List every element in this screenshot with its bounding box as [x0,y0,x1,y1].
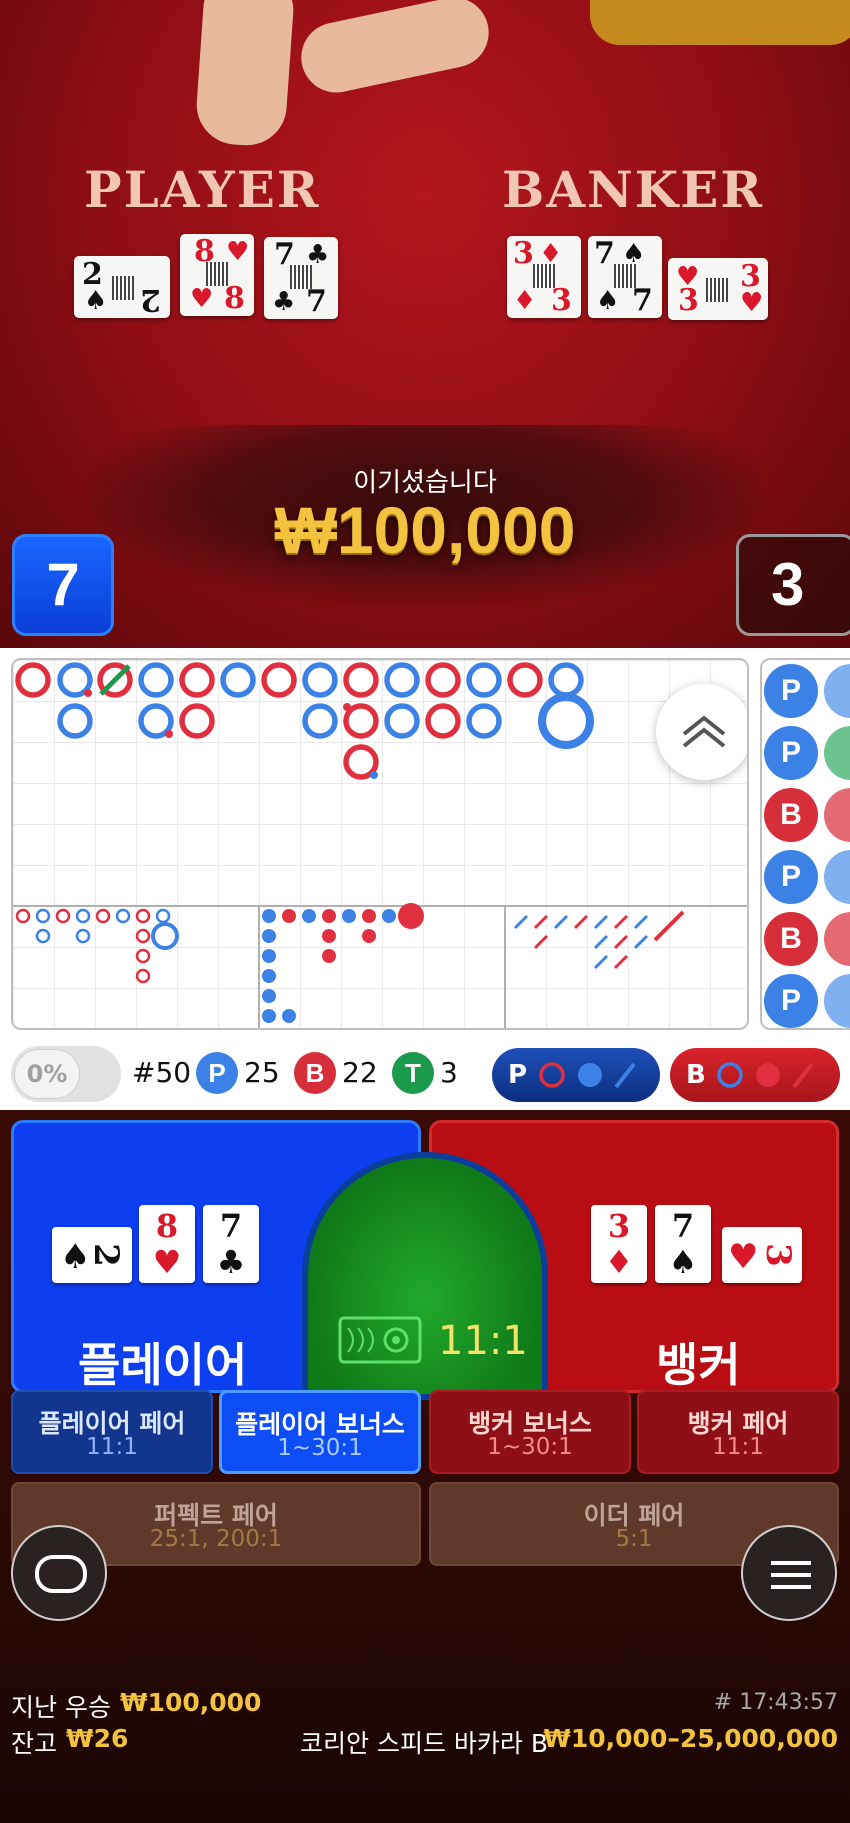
bet-banker-label: 뱅커 [656,1338,741,1392]
player-pair-bet[interactable]: 플레이어 페어 11:1 [11,1390,213,1474]
banker-table-label: BANKER [502,160,764,219]
predict-banker-label: B [686,1060,706,1090]
hamburger-menu-icon [771,1561,811,1589]
banker-bonus-odds: 1~30:1 [487,1434,573,1460]
bead-2: P [764,726,818,780]
bead-col2-3 [824,788,850,842]
balance-label: 잔고 [11,1729,58,1758]
collapse-roadmap-button[interactable] [656,684,747,780]
bead-5: B [764,912,818,966]
predict-player-label: P [508,1060,528,1090]
tie-count-chip: T [392,1052,434,1094]
predict-banker-button[interactable]: B [670,1048,840,1102]
tie-odds: 11:1 [438,1318,528,1364]
predict-banker-icons [717,1062,814,1089]
banker-card-1: 3 ♦ ♦ 3 [507,236,581,318]
bead-col2-6 [824,974,850,1028]
banker-pair-bet[interactable]: 뱅커 페어 11:1 [637,1390,839,1474]
player-count: 25 [244,1056,280,1089]
double-chevron-up-icon [682,715,726,748]
player-mini-card-1: ♠ 2 [52,1227,132,1283]
last-win-label: 지난 우승 [11,1693,111,1722]
roadmap-panel: P P B P B P 0% #50 P 25 B 22 T 3 P B [0,648,850,1110]
player-pair-odds: 11:1 [86,1434,138,1460]
bead-1: P [764,664,818,718]
tie-icon [338,1316,422,1364]
bead-col2-1 [824,664,850,718]
game-screen: PLAYER BANKER 2 ♠ 2 8 ♥ ♥ 8 7 ♣ ♣ 7 3 ♦ ♦ 3 7 ♠ … [0,0,850,1823]
bet-player-label: 플레이어 [78,1338,248,1392]
player-table-label: PLAYER [84,160,321,219]
score-board[interactable] [11,658,749,1030]
banker-bonus-bet[interactable]: 뱅커 보너스 1~30:1 [429,1390,631,1474]
player-score: 7 [12,534,114,636]
player-mini-card-3: 7 ♣ [203,1205,259,1283]
bead-col2-5 [824,912,850,966]
bet-limits: ₩10,000–25,000,000 [543,1724,838,1753]
stats-row: 0% #50 P 25 B 22 T 3 P B [0,1042,850,1104]
bead-col2-4 [824,850,850,904]
banker-score: 3 [736,534,850,636]
balance-amount: ₩26 [66,1724,129,1753]
dealer-sleeve [590,0,850,45]
chat-button[interactable] [11,1525,107,1621]
player-count-chip: P [196,1052,238,1094]
last-win-amount: ₩100,000 [120,1688,262,1717]
predict-player-icons [539,1062,636,1089]
bead-6: P [764,974,818,1028]
round-id: # 17:43:57 [713,1690,838,1715]
bead-4: P [764,850,818,904]
table-name: 코리안 스피드 바카라 B [300,1729,548,1758]
dealer-right-hand [294,0,496,99]
player-bonus-bet[interactable]: 플레이어 보너스 1~30:1 [219,1390,421,1474]
banker-card-3: ♥ 3 3 ♥ [668,258,768,320]
win-amount: ₩100,000 [274,493,576,567]
player-card-2: 8 ♥ ♥ 8 [180,234,254,316]
chat-icon [35,1555,87,1593]
player-card-3: 7 ♣ ♣ 7 [264,237,338,319]
banker-mini-card-3: ♥ 3 [722,1227,802,1283]
player-card-1: 2 ♠ 2 [74,256,170,318]
big-road-grid [13,660,747,1028]
bet-tie-area[interactable]: 11:1 [302,1152,548,1400]
banker-count: 22 [342,1056,378,1089]
player-bonus-odds: 1~30:1 [277,1435,363,1461]
banker-card-2: 7 ♠ ♠ 7 [588,236,662,318]
bead-col2-2 [824,726,850,780]
dealer-left-hand [194,0,296,148]
banker-pair-odds: 11:1 [712,1434,764,1460]
banker-mini-card-1: 3 ♦ [591,1205,647,1283]
banker-mini-card-2: 7 ♠ [655,1205,711,1283]
round-count: #50 [132,1056,192,1089]
menu-button[interactable] [741,1525,837,1621]
betting-panel: ♠ 2 8 ♥ 7 ♣ 플레이어 3 ♦ 7 ♠ ♥ 3 뱅커 11:1 플레이… [0,1110,850,1823]
bead-3: B [764,788,818,842]
bead-road[interactable]: P P B P B P [760,658,850,1030]
percent-toggle-label: 0% [14,1049,80,1099]
predict-player-button[interactable]: P [492,1048,660,1102]
player-mini-card-2: 8 ♥ [139,1205,195,1283]
banker-count-chip: B [294,1052,336,1094]
live-video: PLAYER BANKER 2 ♠ 2 8 ♥ ♥ 8 7 ♣ ♣ 7 3 ♦ ♦ 3 7 ♠ … [0,0,850,648]
percent-toggle[interactable]: 0% [11,1046,121,1102]
tie-count: 3 [440,1056,458,1089]
